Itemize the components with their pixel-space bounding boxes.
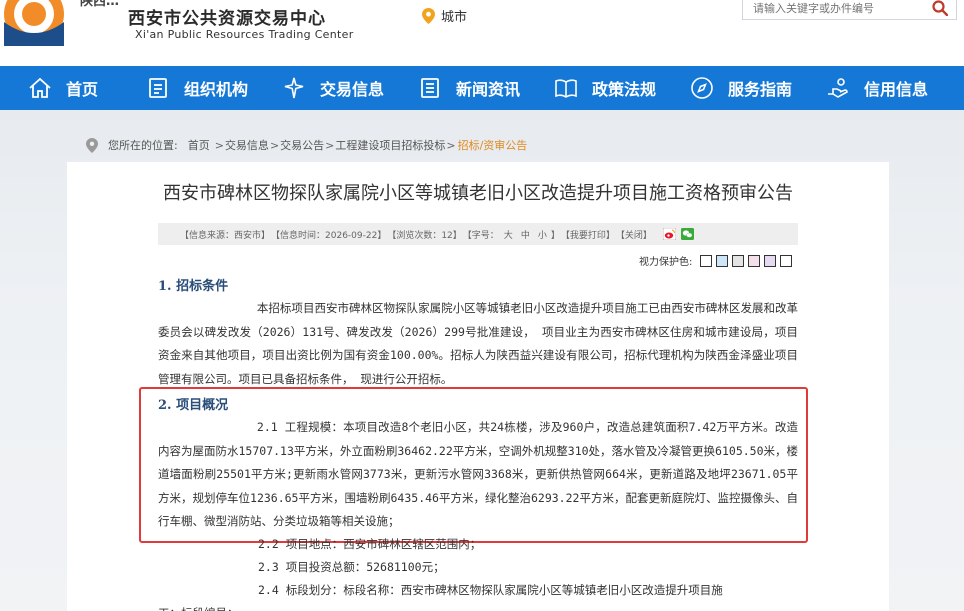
vision-label: 视力保护色: [639,257,693,268]
vision-swatch-pink[interactable] [748,254,761,267]
vision-swatch-gray[interactable] [732,254,745,267]
font-size-large[interactable]: 大 [504,228,513,241]
print-link[interactable]: 【我要打印】 [561,228,615,241]
nav-item-service-guide[interactable]: 服务指南 [690,66,792,110]
vision-swatch-purple[interactable] [764,254,777,267]
nav-item-trading-info[interactable]: 交易信息 [282,66,384,110]
meta-time: 【信息时间：2026-09-22】 [271,230,387,241]
nav-label: 新闻资讯 [456,80,521,99]
article-title: 西安市碑林区物探队家属院小区等城镇老旧小区改造提升项目施工资格预审公告 [163,183,793,204]
main-nav: 首页 组织机构 交易信息 新闻资讯 政策法规 服务指南 信用信息 [0,66,964,110]
nav-label: 信用信息 [864,80,929,99]
vision-swatch-white[interactable] [700,254,713,267]
nav-item-home[interactable]: 首页 [28,66,98,110]
nav-label: 组织机构 [184,80,249,99]
breadcrumb-separator: > [446,138,456,152]
sparkle-icon [284,77,304,99]
book-icon [555,79,577,98]
city-selector[interactable]: 城市 [422,6,467,25]
meta-views: 【浏览次数：12】 [387,230,462,241]
nav-item-news[interactable]: 新闻资讯 [418,66,520,110]
nav-label: 首页 [66,80,99,99]
breadcrumb-prefix: 您所在的位置: [108,139,178,152]
breadcrumb-trading-info[interactable]: 交易信息 [225,137,269,153]
highlight-annotation-box [139,387,808,543]
home-icon [29,77,51,98]
weibo-share-icon[interactable] [662,228,676,240]
breadcrumb-current[interactable]: 招标/资审公告 [458,137,528,153]
section-heading-bidding-conditions: 1. 招标条件 [158,279,229,294]
font-size-small[interactable]: 小 [538,228,547,241]
location-pin-icon [86,137,98,153]
nav-item-credit-info[interactable]: 信用信息 [826,66,928,110]
nav-item-organization[interactable]: 组织机构 [146,66,248,110]
vision-protection-colors: 视力保护色: [639,253,793,268]
vision-swatch-default[interactable] [780,254,793,267]
font-size-medium[interactable]: 中 [521,228,530,241]
search-box [742,0,957,20]
breadcrumb-engineering-bidding[interactable]: 工程建设项目招标投标 [335,137,445,153]
site-header: 陕西… 西安市公共资源交易中心 Xi'an Public Resources T… [0,0,964,66]
nav-label: 政策法规 [592,80,657,99]
wechat-share-icon[interactable] [680,228,694,240]
nav-label: 交易信息 [320,80,385,99]
site-title-top: 陕西… [80,0,120,9]
article-meta-bar: 【信息来源：西安市】 【信息时间：2026-09-22】 【浏览次数：12】 【… [158,223,798,245]
section-text-lot-division-cont: 工；标段编号：... [158,602,259,611]
nav-item-policy[interactable]: 政策法规 [554,66,656,110]
site-logo-icon[interactable] [2,0,66,46]
section-text-project-investment: 2.3 项目投资总额：52681100元； [258,560,445,574]
section-text-project-location: 2.2 项目地点：西安市碑林区辖区范围内； [258,537,482,551]
breadcrumb: 您所在的位置: 首页 > 交易信息 > 交易公告 > 工程建设项目招标投标 > … [86,137,527,153]
meta-font-label: 【字号： [462,230,499,241]
breadcrumb-separator: > [214,138,224,152]
vision-swatch-blue[interactable] [716,254,729,267]
nav-label: 服务指南 [728,80,793,99]
location-pin-icon [422,7,435,24]
hand-icon [828,78,848,98]
city-label: 城市 [441,10,468,25]
search-button[interactable] [924,0,956,19]
breadcrumb-separator: > [325,138,335,152]
meta-font-suffix: 】 [550,230,560,241]
breadcrumb-separator: > [269,138,280,152]
meta-source: 【信息来源：西安市】 [180,230,271,241]
document-icon [149,78,167,98]
breadcrumb-home[interactable]: 首页 [188,137,210,153]
site-title-english: Xi'an Public Resources Trading Center [135,28,354,41]
site-title[interactable]: 西安市公共资源交易中心 [128,4,326,29]
section-text-bidding-conditions: 本招标项目西安市碑林区物探队家属院小区等城镇老旧小区改造提升项目施工已由西安市碑… [158,301,798,386]
search-icon [932,0,948,16]
list-icon [421,78,439,98]
section-text-lot-division: 2.4 标段划分：标段名称：西安市碑林区物探队家属院小区等城镇老旧小区改造提升项… [258,583,723,597]
compass-icon [691,77,713,99]
close-link[interactable]: 【关闭】 [616,228,652,241]
breadcrumb-trading-notice[interactable]: 交易公告 [280,137,324,153]
search-input[interactable] [743,0,924,19]
